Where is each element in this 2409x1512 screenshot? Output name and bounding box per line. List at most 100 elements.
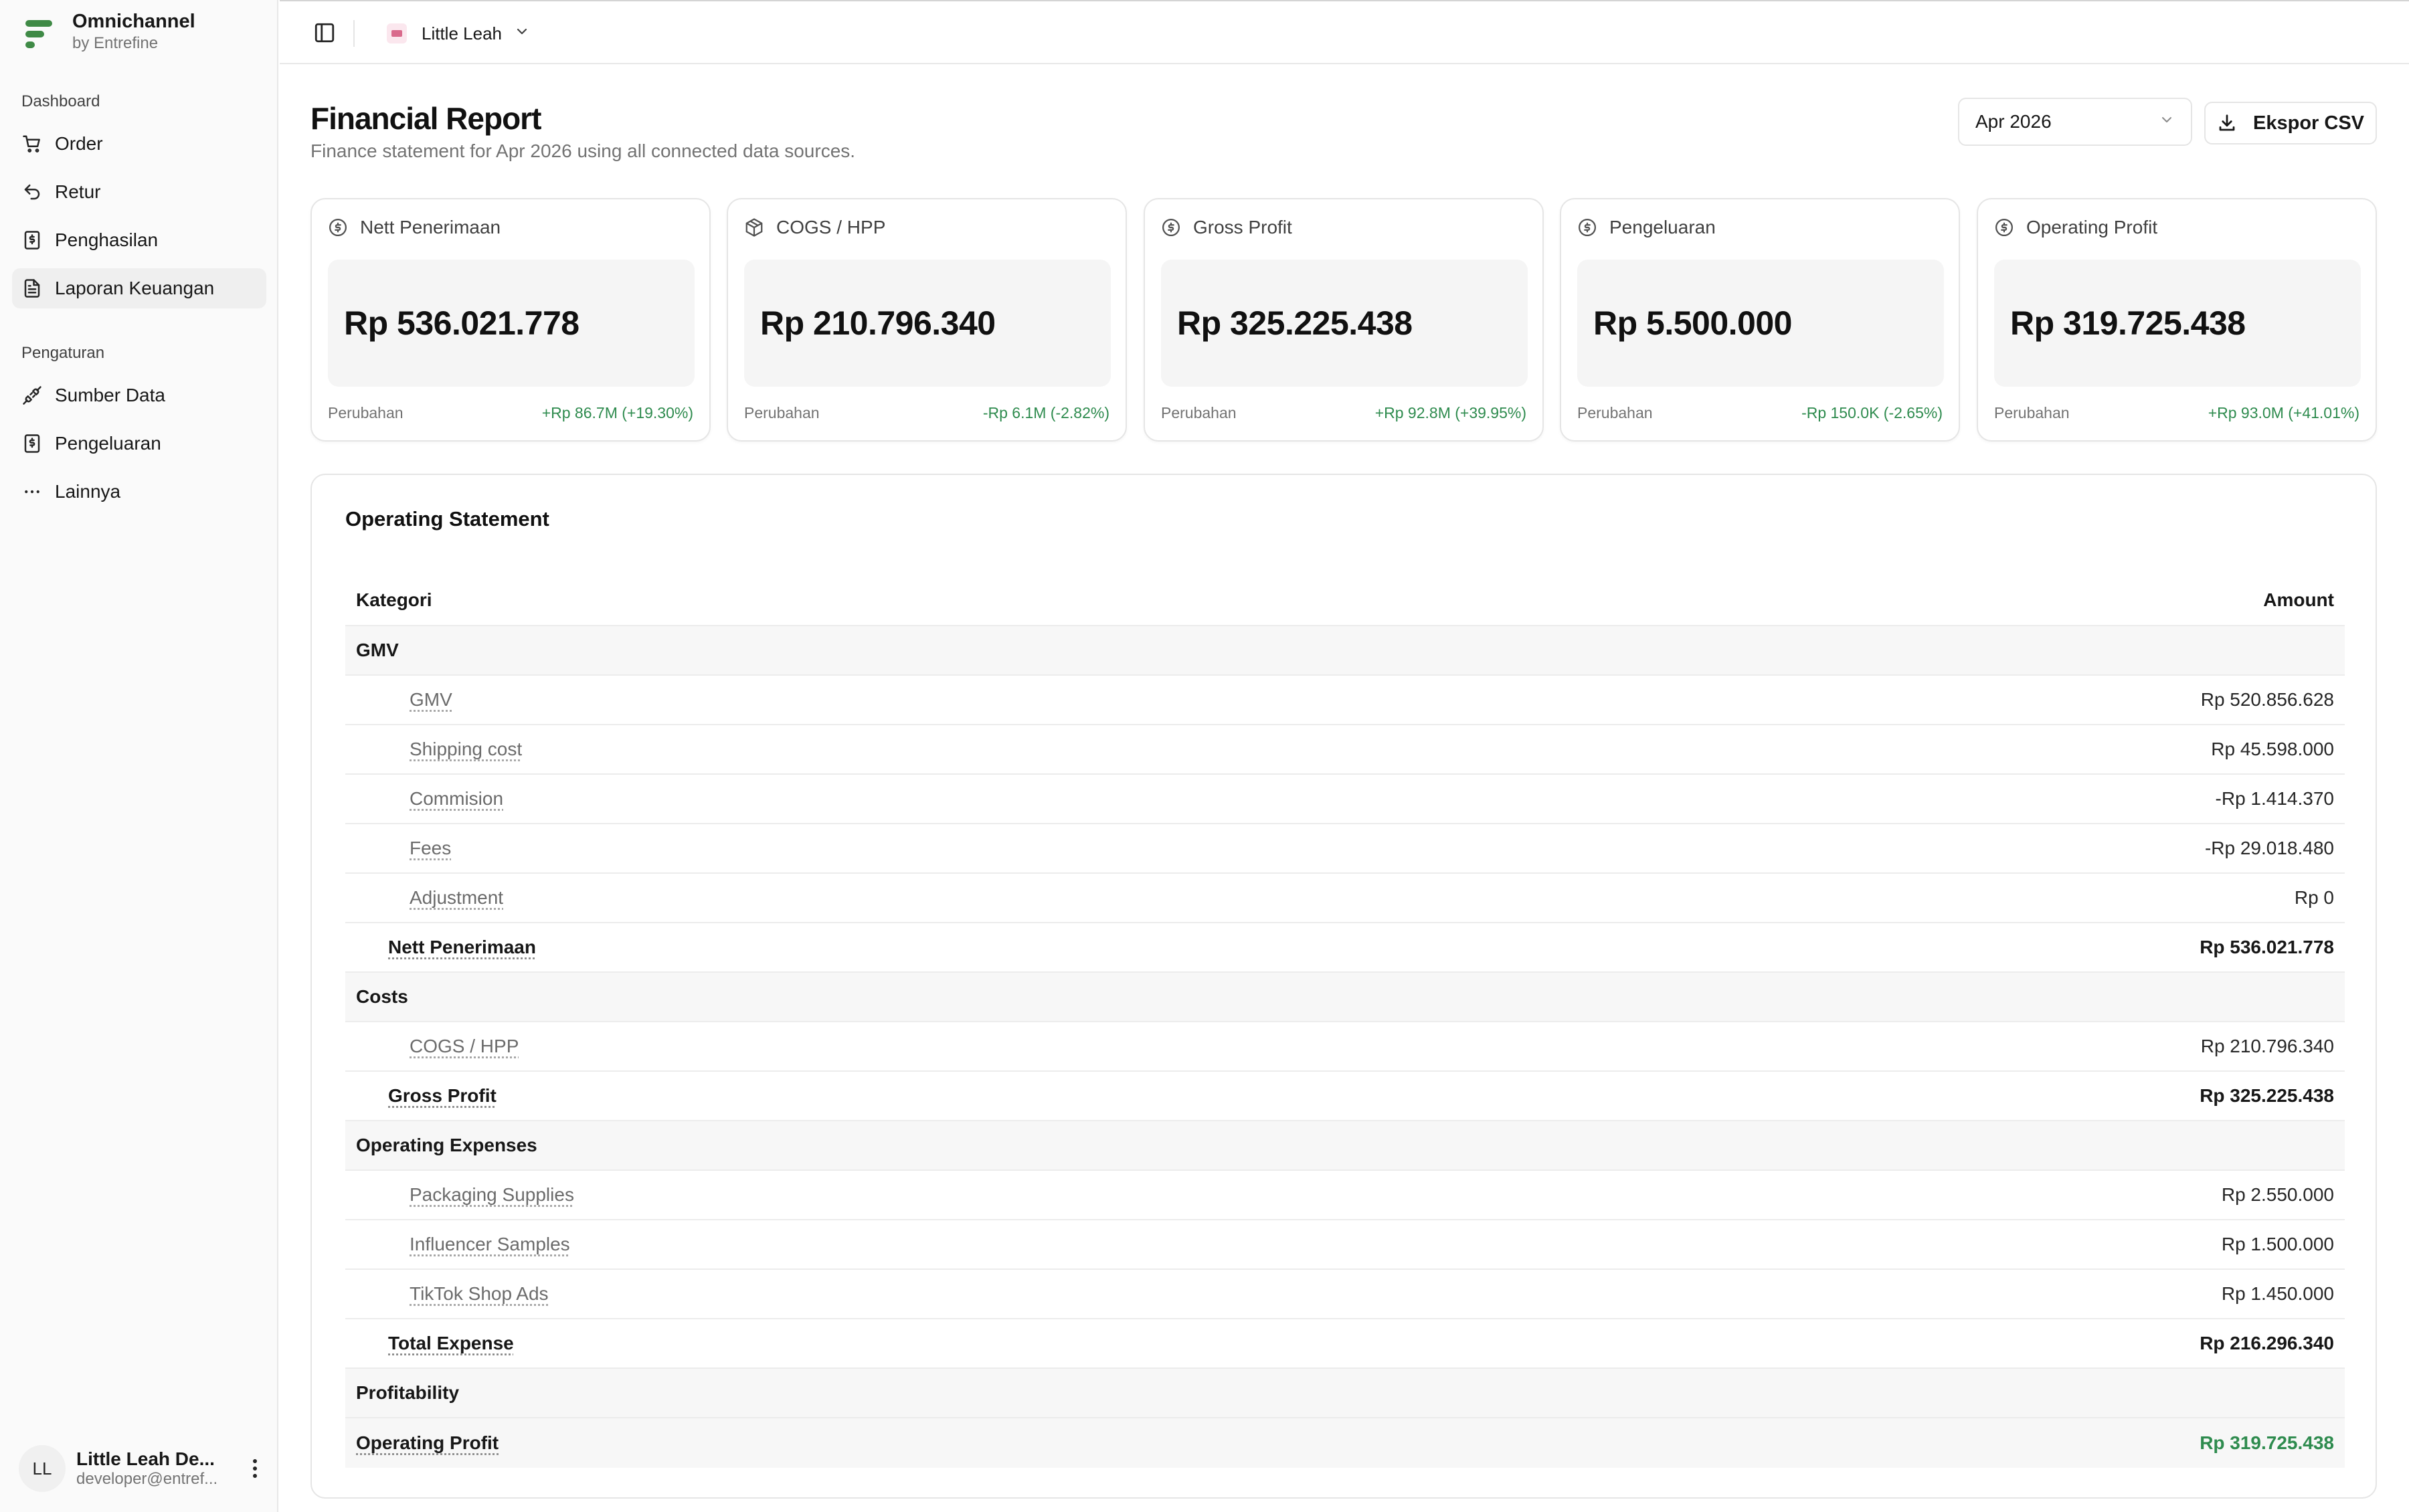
sidebar-item-label: Pengeluaran <box>55 433 161 454</box>
row-amount: Rp 216.296.340 <box>2200 1333 2334 1353</box>
sidebar-item-label: Lainnya <box>55 481 121 502</box>
change-label: Perubahan <box>1161 404 1237 421</box>
row-amount: Rp 210.796.340 <box>2200 1036 2334 1056</box>
card-value: Rp 536.021.778 <box>328 260 695 387</box>
page-title: Financial Report <box>310 101 541 136</box>
card-title: Nett Penerimaan <box>360 217 501 238</box>
row-label[interactable]: Operating Profit <box>356 1432 499 1454</box>
stat-card-cogs-hpp: COGS / HPP Rp 210.796.340 Perubahan -Rp … <box>727 198 1127 442</box>
row-label: GMV <box>356 640 399 660</box>
sidebar-item-laporan-keuangan[interactable]: Laporan Keuangan <box>12 268 266 308</box>
stat-card-gross-profit: Gross Profit Rp 325.225.438 Perubahan +R… <box>1144 198 1544 442</box>
page-subtitle: Finance statement for Apr 2026 using all… <box>310 140 856 161</box>
row-amount: Rp 325.225.438 <box>2200 1085 2334 1106</box>
table-group-row: Operating Expenses <box>345 1121 2345 1171</box>
dollar-circle-icon <box>1161 217 1181 238</box>
more-vertical-icon[interactable] <box>245 1455 265 1482</box>
stat-card-operating-profit: Operating Profit Rp 319.725.438 Perubaha… <box>1977 198 2377 442</box>
table-group-row: Costs <box>345 973 2345 1022</box>
table-row[interactable]: Fees -Rp 29.018.480 <box>345 824 2345 874</box>
sidebar-section-dashboard: Dashboard <box>21 92 100 110</box>
change-value: +Rp 86.7M (+19.30%) <box>541 404 693 421</box>
table-row[interactable]: Commision -Rp 1.414.370 <box>345 775 2345 824</box>
operating-statement-card: Operating Statement Kategori Amount GMV G… <box>310 474 2377 1499</box>
receipt-icon <box>21 433 43 454</box>
row-amount: Rp 319.725.438 <box>2200 1432 2334 1453</box>
user-profile[interactable]: LL Little Leah De... developer@entref... <box>19 1445 266 1492</box>
table-group-row: Profitability <box>345 1369 2345 1418</box>
row-label: Costs <box>356 986 408 1007</box>
card-title: Operating Profit <box>2026 217 2158 238</box>
cart-icon <box>21 133 43 155</box>
package-icon <box>744 217 764 238</box>
row-amount: Rp 1.500.000 <box>2221 1234 2334 1254</box>
sidebar-item-lainnya[interactable]: Lainnya <box>12 472 266 512</box>
brand[interactable]: Omnichannel by Entrefine <box>21 9 195 54</box>
sidebar-item-retur[interactable]: Retur <box>12 172 266 212</box>
sidebar-item-order[interactable]: Order <box>12 124 266 164</box>
card-title: Gross Profit <box>1193 217 1292 238</box>
plug-icon <box>21 385 43 406</box>
card-value: Rp 319.725.438 <box>1994 260 2361 387</box>
card-value: Rp 210.796.340 <box>744 260 1111 387</box>
row-label: Operating Expenses <box>356 1135 537 1155</box>
download-icon <box>2217 113 2237 133</box>
sidebar-item-pengeluaran[interactable]: Pengeluaran <box>12 423 266 464</box>
table-row[interactable]: Shipping cost Rp 45.598.000 <box>345 725 2345 775</box>
row-label[interactable]: Shipping cost <box>356 739 522 760</box>
more-horizontal-icon <box>21 481 43 502</box>
change-value: -Rp 150.0K (-2.65%) <box>1801 404 1943 421</box>
row-label[interactable]: Fees <box>356 838 451 859</box>
row-amount: Rp 45.598.000 <box>2211 739 2334 759</box>
row-label[interactable]: Adjustment <box>356 887 503 909</box>
table-row[interactable]: COGS / HPP Rp 210.796.340 <box>345 1022 2345 1072</box>
export-csv-label: Ekspor CSV <box>2253 112 2364 134</box>
divider <box>353 20 355 47</box>
row-amount: Rp 1.450.000 <box>2221 1283 2334 1304</box>
row-label[interactable]: TikTok Shop Ads <box>356 1283 549 1305</box>
row-label[interactable]: Packaging Supplies <box>356 1184 574 1206</box>
undo-icon <box>21 181 43 203</box>
sidebar-item-label: Sumber Data <box>55 385 165 405</box>
column-header-kategori: Kategori <box>356 589 432 610</box>
row-label[interactable]: Total Expense <box>356 1333 514 1354</box>
row-label[interactable]: GMV <box>356 689 452 711</box>
table-row[interactable]: Adjustment Rp 0 <box>345 874 2345 923</box>
row-label[interactable]: Commision <box>356 788 503 810</box>
table-subtotal-row: Gross Profit Rp 325.225.438 <box>345 1072 2345 1121</box>
sidebar-item-sumber-data[interactable]: Sumber Data <box>12 375 266 415</box>
change-value: +Rp 93.0M (+41.01%) <box>2208 404 2359 421</box>
table-row[interactable]: GMV Rp 520.856.628 <box>345 676 2345 725</box>
statement-title: Operating Statement <box>345 507 549 531</box>
omnichannel-logo-icon <box>21 15 59 52</box>
chevron-down-icon <box>2159 111 2175 132</box>
avatar: LL <box>19 1445 66 1492</box>
row-amount: -Rp 29.018.480 <box>2204 838 2334 858</box>
sidebar: Omnichannel by Entrefine Dashboard Order… <box>0 0 278 1512</box>
change-value: -Rp 6.1M (-2.82%) <box>982 404 1109 421</box>
table-row[interactable]: Packaging Supplies Rp 2.550.000 <box>345 1171 2345 1220</box>
stat-card-pengeluaran: Pengeluaran Rp 5.500.000 Perubahan -Rp 1… <box>1560 198 1960 442</box>
row-label[interactable]: COGS / HPP <box>356 1036 519 1057</box>
sidebar-toggle-icon[interactable] <box>313 21 336 44</box>
dollar-circle-icon <box>1577 217 1597 238</box>
top-bar: Little Leah <box>280 0 2409 64</box>
store-selector[interactable]: Little Leah <box>387 20 530 47</box>
table-row[interactable]: Influencer Samples Rp 1.500.000 <box>345 1220 2345 1270</box>
card-value: Rp 325.225.438 <box>1161 260 1528 387</box>
export-csv-button[interactable]: Ekspor CSV <box>2204 102 2377 145</box>
user-email: developer@entref... <box>76 1470 218 1488</box>
sidebar-item-penghasilan[interactable]: Penghasilan <box>12 220 266 260</box>
row-label[interactable]: Gross Profit <box>356 1085 497 1107</box>
period-select[interactable]: Apr 2026 <box>1958 98 2192 146</box>
card-title: COGS / HPP <box>776 217 886 238</box>
period-value: Apr 2026 <box>1975 111 2052 132</box>
row-label[interactable]: Nett Penerimaan <box>356 937 536 958</box>
user-name: Little Leah De... <box>76 1448 215 1469</box>
table-total-row: Operating Profit Rp 319.725.438 <box>345 1418 2345 1468</box>
table-row[interactable]: TikTok Shop Ads Rp 1.450.000 <box>345 1270 2345 1319</box>
stat-card-nett-penerimaan: Nett Penerimaan Rp 536.021.778 Perubahan… <box>310 198 711 442</box>
row-label[interactable]: Influencer Samples <box>356 1234 570 1255</box>
row-amount: Rp 520.856.628 <box>2200 689 2334 710</box>
row-amount: -Rp 1.414.370 <box>2215 788 2334 809</box>
